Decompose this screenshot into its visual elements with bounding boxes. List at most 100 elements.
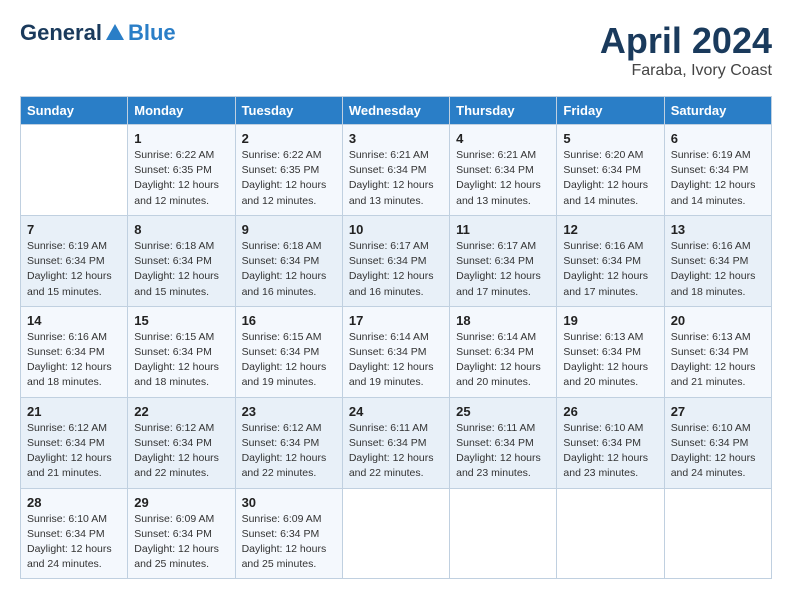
day-info: Sunrise: 6:14 AM Sunset: 6:34 PM Dayligh… xyxy=(456,330,550,391)
day-number: 15 xyxy=(134,313,228,328)
header-day-tuesday: Tuesday xyxy=(235,97,342,125)
day-number: 24 xyxy=(349,404,443,419)
day-info: Sunrise: 6:14 AM Sunset: 6:34 PM Dayligh… xyxy=(349,330,443,391)
day-number: 14 xyxy=(27,313,121,328)
day-number: 18 xyxy=(456,313,550,328)
day-info: Sunrise: 6:22 AM Sunset: 6:35 PM Dayligh… xyxy=(242,148,336,209)
calendar-cell xyxy=(557,488,664,579)
calendar-cell: 18 Sunrise: 6:14 AM Sunset: 6:34 PM Dayli… xyxy=(450,306,557,397)
day-info: Sunrise: 6:15 AM Sunset: 6:34 PM Dayligh… xyxy=(134,330,228,391)
day-info: Sunrise: 6:19 AM Sunset: 6:34 PM Dayligh… xyxy=(27,239,121,300)
calendar-cell: 23 Sunrise: 6:12 AM Sunset: 6:34 PM Dayli… xyxy=(235,397,342,488)
calendar-table: SundayMondayTuesdayWednesdayThursdayFrid… xyxy=(20,96,772,579)
day-info: Sunrise: 6:11 AM Sunset: 6:34 PM Dayligh… xyxy=(456,421,550,482)
day-number: 19 xyxy=(563,313,657,328)
week-row-2: 7 Sunrise: 6:19 AM Sunset: 6:34 PM Daylig… xyxy=(21,215,772,306)
day-info: Sunrise: 6:20 AM Sunset: 6:34 PM Dayligh… xyxy=(563,148,657,209)
week-row-3: 14 Sunrise: 6:16 AM Sunset: 6:34 PM Dayli… xyxy=(21,306,772,397)
day-info: Sunrise: 6:17 AM Sunset: 6:34 PM Dayligh… xyxy=(456,239,550,300)
header-day-friday: Friday xyxy=(557,97,664,125)
day-info: Sunrise: 6:17 AM Sunset: 6:34 PM Dayligh… xyxy=(349,239,443,300)
day-number: 25 xyxy=(456,404,550,419)
day-info: Sunrise: 6:21 AM Sunset: 6:34 PM Dayligh… xyxy=(456,148,550,209)
header-day-thursday: Thursday xyxy=(450,97,557,125)
day-info: Sunrise: 6:18 AM Sunset: 6:34 PM Dayligh… xyxy=(242,239,336,300)
day-number: 1 xyxy=(134,131,228,146)
calendar-cell: 30 Sunrise: 6:09 AM Sunset: 6:34 PM Dayli… xyxy=(235,488,342,579)
header-row: SundayMondayTuesdayWednesdayThursdayFrid… xyxy=(21,97,772,125)
title-block: April 2024 Faraba, Ivory Coast xyxy=(600,20,772,80)
calendar-cell: 4 Sunrise: 6:21 AM Sunset: 6:34 PM Daylig… xyxy=(450,125,557,216)
day-number: 29 xyxy=(134,495,228,510)
day-number: 11 xyxy=(456,222,550,237)
day-info: Sunrise: 6:16 AM Sunset: 6:34 PM Dayligh… xyxy=(563,239,657,300)
day-number: 27 xyxy=(671,404,765,419)
day-info: Sunrise: 6:12 AM Sunset: 6:34 PM Dayligh… xyxy=(134,421,228,482)
calendar-cell: 3 Sunrise: 6:21 AM Sunset: 6:34 PM Daylig… xyxy=(342,125,449,216)
day-number: 2 xyxy=(242,131,336,146)
calendar-cell: 15 Sunrise: 6:15 AM Sunset: 6:34 PM Dayli… xyxy=(128,306,235,397)
header-day-sunday: Sunday xyxy=(21,97,128,125)
day-number: 10 xyxy=(349,222,443,237)
day-number: 17 xyxy=(349,313,443,328)
calendar-cell xyxy=(450,488,557,579)
day-number: 13 xyxy=(671,222,765,237)
day-number: 5 xyxy=(563,131,657,146)
calendar-cell: 8Sunrise: 6:18 AM Sunset: 6:34 PM Daylig… xyxy=(128,215,235,306)
calendar-cell: 28Sunrise: 6:10 AM Sunset: 6:34 PM Dayli… xyxy=(21,488,128,579)
week-row-1: 1 Sunrise: 6:22 AM Sunset: 6:35 PM Daylig… xyxy=(21,125,772,216)
day-number: 22 xyxy=(134,404,228,419)
calendar-cell: 13 Sunrise: 6:16 AM Sunset: 6:34 PM Dayli… xyxy=(664,215,771,306)
calendar-cell: 21Sunrise: 6:12 AM Sunset: 6:34 PM Dayli… xyxy=(21,397,128,488)
day-info: Sunrise: 6:13 AM Sunset: 6:34 PM Dayligh… xyxy=(563,330,657,391)
calendar-cell: 12 Sunrise: 6:16 AM Sunset: 6:34 PM Dayli… xyxy=(557,215,664,306)
calendar-body: 1 Sunrise: 6:22 AM Sunset: 6:35 PM Daylig… xyxy=(21,125,772,579)
day-number: 23 xyxy=(242,404,336,419)
calendar-cell xyxy=(21,125,128,216)
calendar-cell xyxy=(664,488,771,579)
day-number: 3 xyxy=(349,131,443,146)
day-info: Sunrise: 6:09 AM Sunset: 6:34 PM Dayligh… xyxy=(242,512,336,573)
calendar-cell: 27Sunrise: 6:10 AM Sunset: 6:34 PM Dayli… xyxy=(664,397,771,488)
logo: General Blue xyxy=(20,20,176,46)
calendar-cell: 6Sunrise: 6:19 AM Sunset: 6:34 PM Daylig… xyxy=(664,125,771,216)
day-info: Sunrise: 6:22 AM Sunset: 6:35 PM Dayligh… xyxy=(134,148,228,209)
day-info: Sunrise: 6:09 AM Sunset: 6:34 PM Dayligh… xyxy=(134,512,228,573)
calendar-cell: 20 Sunrise: 6:13 AM Sunset: 6:34 PM Dayli… xyxy=(664,306,771,397)
calendar-title: April 2024 xyxy=(600,20,772,62)
day-info: Sunrise: 6:21 AM Sunset: 6:34 PM Dayligh… xyxy=(349,148,443,209)
day-number: 12 xyxy=(563,222,657,237)
calendar-cell: 2 Sunrise: 6:22 AM Sunset: 6:35 PM Daylig… xyxy=(235,125,342,216)
day-info: Sunrise: 6:15 AM Sunset: 6:34 PM Dayligh… xyxy=(242,330,336,391)
calendar-cell: 10 Sunrise: 6:17 AM Sunset: 6:34 PM Dayli… xyxy=(342,215,449,306)
day-info: Sunrise: 6:13 AM Sunset: 6:34 PM Dayligh… xyxy=(671,330,765,391)
day-info: Sunrise: 6:18 AM Sunset: 6:34 PM Dayligh… xyxy=(134,239,228,300)
day-number: 28 xyxy=(27,495,121,510)
day-number: 30 xyxy=(242,495,336,510)
day-number: 7 xyxy=(27,222,121,237)
day-number: 9 xyxy=(242,222,336,237)
calendar-cell: 22 Sunrise: 6:12 AM Sunset: 6:34 PM Dayli… xyxy=(128,397,235,488)
calendar-header: SundayMondayTuesdayWednesdayThursdayFrid… xyxy=(21,97,772,125)
header-day-wednesday: Wednesday xyxy=(342,97,449,125)
calendar-cell: 14 Sunrise: 6:16 AM Sunset: 6:34 PM Dayli… xyxy=(21,306,128,397)
calendar-cell: 11 Sunrise: 6:17 AM Sunset: 6:34 PM Dayli… xyxy=(450,215,557,306)
day-number: 20 xyxy=(671,313,765,328)
day-info: Sunrise: 6:16 AM Sunset: 6:34 PM Dayligh… xyxy=(671,239,765,300)
calendar-cell: 7 Sunrise: 6:19 AM Sunset: 6:34 PM Daylig… xyxy=(21,215,128,306)
day-number: 16 xyxy=(242,313,336,328)
day-number: 4 xyxy=(456,131,550,146)
calendar-cell: 1 Sunrise: 6:22 AM Sunset: 6:35 PM Daylig… xyxy=(128,125,235,216)
calendar-cell: 19 Sunrise: 6:13 AM Sunset: 6:34 PM Dayli… xyxy=(557,306,664,397)
day-number: 26 xyxy=(563,404,657,419)
calendar-subtitle: Faraba, Ivory Coast xyxy=(600,62,772,80)
calendar-cell xyxy=(342,488,449,579)
logo-general-text: General xyxy=(20,20,102,46)
day-info: Sunrise: 6:16 AM Sunset: 6:34 PM Dayligh… xyxy=(27,330,121,391)
logo-blue-text: Blue xyxy=(128,20,176,46)
calendar-cell: 5 Sunrise: 6:20 AM Sunset: 6:34 PM Daylig… xyxy=(557,125,664,216)
day-info: Sunrise: 6:12 AM Sunset: 6:34 PM Dayligh… xyxy=(27,421,121,482)
day-info: Sunrise: 6:12 AM Sunset: 6:34 PM Dayligh… xyxy=(242,421,336,482)
calendar-cell: 9 Sunrise: 6:18 AM Sunset: 6:34 PM Daylig… xyxy=(235,215,342,306)
calendar-cell: 24Sunrise: 6:11 AM Sunset: 6:34 PM Dayli… xyxy=(342,397,449,488)
